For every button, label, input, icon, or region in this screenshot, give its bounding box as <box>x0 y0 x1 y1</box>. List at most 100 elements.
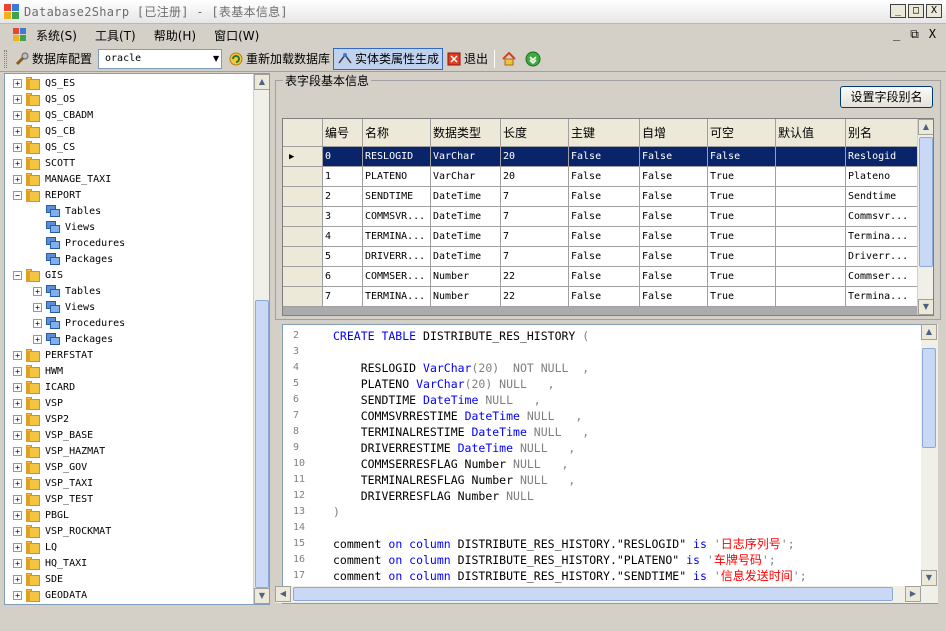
expand-icon[interactable]: + <box>13 158 22 168</box>
mdi-minimize-button[interactable]: _ <box>893 27 900 42</box>
table-row[interactable]: 3 COMMSVR... DateTime 7 False False True Commsv… <box>283 207 918 227</box>
row-header[interactable] <box>283 227 323 247</box>
menu-help[interactable]: 帮助(H) <box>154 27 196 44</box>
refresh-button[interactable] <box>522 48 546 70</box>
expand-icon[interactable]: + <box>13 78 22 88</box>
grid-cell[interactable]: False <box>640 267 708 287</box>
grid-cell[interactable]: 1 <box>323 167 363 187</box>
expand-icon[interactable]: + <box>33 302 42 312</box>
expand-icon[interactable]: + <box>13 350 22 360</box>
grid-scrollbar[interactable]: ▲ ▼ <box>917 119 933 315</box>
code-scroll-up-button[interactable]: ▲ <box>921 324 937 340</box>
reload-db-button[interactable]: 重新加载数据库 <box>225 48 333 70</box>
grid-cell[interactable]: True <box>708 247 776 267</box>
expand-icon[interactable]: + <box>13 542 22 552</box>
mdi-child-icon[interactable] <box>12 27 28 43</box>
fields-grid[interactable]: 编号 名称 数据类型 长度 主键 自增 可空 默认值 别名 ▶ 0 RESLOGID VarChar 20… <box>282 118 934 316</box>
collapse-icon[interactable]: − <box>13 270 22 280</box>
grid-cell[interactable]: True <box>708 267 776 287</box>
chevron-down-icon[interactable]: ▼ <box>211 50 221 68</box>
tree-node[interactable]: Tables <box>33 203 101 219</box>
grid-cell[interactable]: RESLOGID <box>363 147 431 167</box>
expand-icon[interactable]: + <box>13 526 22 536</box>
grid-cell[interactable]: 7 <box>501 227 569 247</box>
grid-cell[interactable]: DateTime <box>431 207 501 227</box>
grid-cell[interactable]: True <box>708 287 776 307</box>
table-row[interactable]: 6 COMMSER... Number 22 False False True Commser… <box>283 267 918 287</box>
grid-cell[interactable] <box>776 167 846 187</box>
minimize-button[interactable]: _ <box>890 4 906 18</box>
app-icon[interactable] <box>4 3 20 20</box>
expand-icon[interactable]: + <box>13 94 22 104</box>
grid-cell[interactable]: 4 <box>323 227 363 247</box>
tree-node[interactable]: + VSP_TAXI <box>13 475 93 491</box>
tree-node[interactable]: + LQ <box>13 539 57 555</box>
grid-cell[interactable]: False <box>569 167 640 187</box>
column-header[interactable]: 默认值 <box>776 119 846 147</box>
code-scroll-down-button[interactable]: ▼ <box>921 570 937 586</box>
expand-icon[interactable]: + <box>13 414 22 424</box>
home-button[interactable] <box>498 48 522 70</box>
grid-cell[interactable] <box>776 207 846 227</box>
grid-cell[interactable]: 7 <box>501 187 569 207</box>
expand-icon[interactable]: + <box>13 142 22 152</box>
column-header[interactable]: 自增 <box>640 119 708 147</box>
grid-cell[interactable]: PLATENO <box>363 167 431 187</box>
tree-node[interactable]: + QS_CBADM <box>13 107 93 123</box>
grid-cell[interactable]: False <box>569 227 640 247</box>
grid-cell[interactable]: COMMSVR... <box>363 207 431 227</box>
grid-cell[interactable]: Driverr... <box>846 247 918 267</box>
tree-node[interactable]: + QS_CB <box>13 123 75 139</box>
database-select[interactable]: oracle ▼ <box>98 48 223 69</box>
mdi-close-button[interactable]: X <box>929 27 936 42</box>
tree-node[interactable]: + GEODATA <box>13 587 87 603</box>
entity-gen-button[interactable]: 实体类属性生成 <box>333 47 444 70</box>
grid-cell[interactable]: DateTime <box>431 247 501 267</box>
scroll-down-button[interactable]: ▼ <box>254 588 269 604</box>
row-header[interactable] <box>283 287 323 307</box>
grid-scroll-thumb[interactable] <box>919 137 933 267</box>
scroll-up-button[interactable]: ▲ <box>254 74 269 90</box>
collapse-icon[interactable]: − <box>13 190 22 200</box>
tree-node[interactable]: + PERFSTAT <box>13 347 93 363</box>
grid-cell[interactable]: VarChar <box>431 167 501 187</box>
tree-node[interactable]: + HWM <box>13 363 63 379</box>
grid-cell[interactable]: Termina... <box>846 227 918 247</box>
grid-cell[interactable]: False <box>569 247 640 267</box>
tree-node[interactable]: − REPORT <box>13 187 81 203</box>
grid-cell[interactable]: False <box>569 267 640 287</box>
column-header[interactable]: 编号 <box>323 119 363 147</box>
expand-icon[interactable]: + <box>13 478 22 488</box>
grid-cell[interactable]: True <box>708 167 776 187</box>
tree-node[interactable]: + SDE <box>13 571 63 587</box>
expand-icon[interactable]: + <box>13 494 22 504</box>
grid-cell[interactable] <box>776 147 846 167</box>
grid-cell[interactable]: 5 <box>323 247 363 267</box>
sql-code-editor[interactable]: 2 CREATE TABLE DISTRIBUTE_RES_HISTORY (3 4… <box>282 324 938 604</box>
expand-icon[interactable]: + <box>33 286 42 296</box>
tree-node[interactable]: + VSP <box>13 395 63 411</box>
column-header[interactable]: 可空 <box>708 119 776 147</box>
tree-node[interactable]: + QS_CS <box>13 139 75 155</box>
tree-node[interactable]: + QS_ES <box>13 75 75 91</box>
expand-icon[interactable]: + <box>13 510 22 520</box>
grid-cell[interactable]: False <box>640 227 708 247</box>
code-scroll-left-button[interactable]: ◀ <box>275 586 291 602</box>
row-header[interactable] <box>283 167 323 187</box>
expand-icon[interactable]: + <box>13 110 22 120</box>
tree-node[interactable]: + MANAGE_TAXI <box>13 171 111 187</box>
grid-cell[interactable]: False <box>640 167 708 187</box>
grid-cell[interactable]: False <box>640 287 708 307</box>
table-row[interactable]: 5 DRIVERR... DateTime 7 False False True Driver… <box>283 247 918 267</box>
expand-icon[interactable]: + <box>13 446 22 456</box>
expand-icon[interactable]: + <box>13 558 22 568</box>
tree-scroll-thumb[interactable] <box>255 300 269 588</box>
grid-cell[interactable]: 0 <box>323 147 363 167</box>
code-hscroll-thumb[interactable] <box>293 587 893 601</box>
row-header[interactable] <box>283 267 323 287</box>
expand-icon[interactable]: + <box>13 398 22 408</box>
tree-node[interactable]: + Packages <box>33 331 113 347</box>
tree-node[interactable]: + VSP_BASE <box>13 427 93 443</box>
grid-cell[interactable] <box>776 227 846 247</box>
tree-node[interactable]: + VSP_TEST <box>13 491 93 507</box>
